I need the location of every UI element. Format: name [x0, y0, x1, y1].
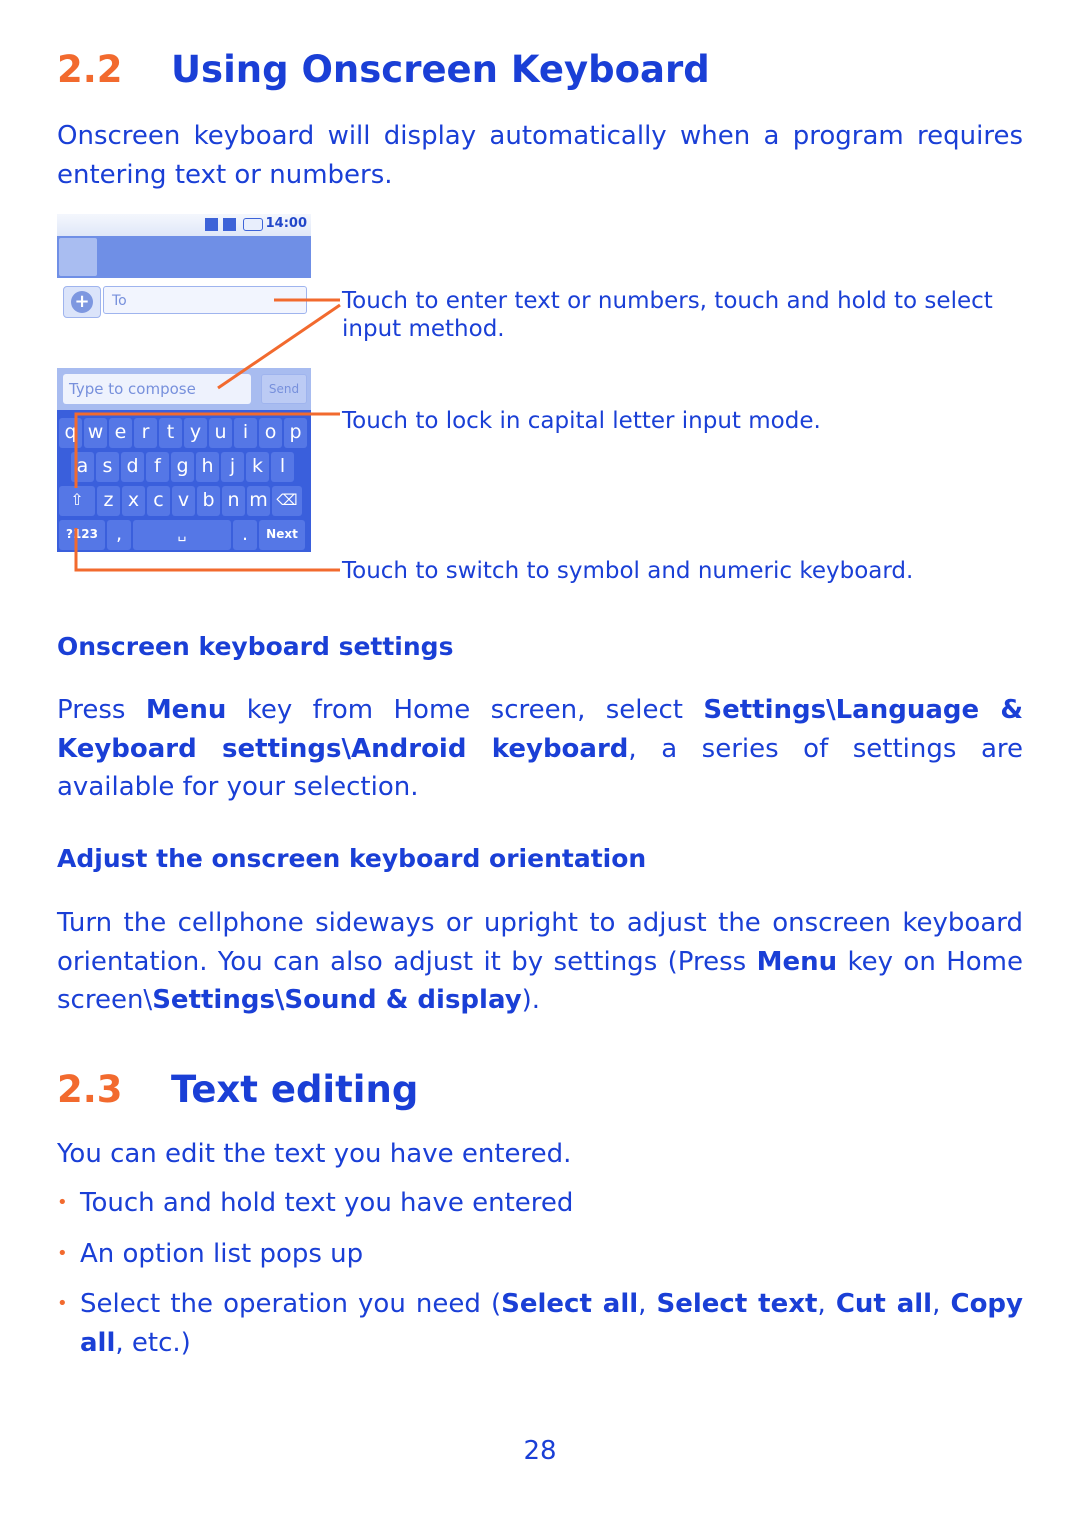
- list-item: • Touch and hold text you have entered: [57, 1184, 1023, 1223]
- section-number: 2.3: [57, 1068, 123, 1111]
- list-item: • An option list pops up: [57, 1235, 1023, 1274]
- callout-line-symbols: [74, 528, 340, 572]
- operation-cut-all: Cut all: [835, 1289, 933, 1319]
- text-editing-intro: You can edit the text you have entered.: [57, 1139, 572, 1169]
- separator: ,: [638, 1289, 657, 1319]
- orientation-paragraph: Turn the cellphone sideways or upright t…: [57, 904, 1023, 1020]
- callout-caps-lock: Touch to lock in capital letter input mo…: [342, 408, 821, 434]
- keyboard-settings-paragraph: Press Menu key from Home screen, select …: [57, 691, 1023, 807]
- separator: ,: [932, 1289, 951, 1319]
- callout-line-compose: [217, 303, 341, 390]
- callout-symbols: Touch to switch to symbol and numeric ke…: [342, 558, 914, 584]
- callout-text-input: Touch to enter text or numbers, touch an…: [342, 288, 993, 342]
- text: Press: [57, 695, 146, 725]
- subheading-keyboard-settings: Onscreen keyboard settings: [57, 632, 454, 661]
- section-title: Text editing: [171, 1068, 419, 1111]
- bullet-text: An option list pops up: [80, 1239, 364, 1269]
- bullet-icon: •: [57, 1293, 68, 1314]
- menu-key-term: Menu: [145, 695, 227, 725]
- callout-line-shift: [74, 412, 340, 488]
- list-item: • Select the operation you need (Select …: [57, 1285, 1023, 1362]
- bullet-icon: •: [57, 1243, 68, 1264]
- subheading-orientation: Adjust the onscreen keyboard orientation: [57, 844, 647, 873]
- bullet-text: Select the operation you need (: [80, 1289, 502, 1319]
- text: ).: [521, 985, 541, 1015]
- operation-select-text: Select text: [656, 1289, 818, 1319]
- bullet-icon: •: [57, 1192, 68, 1213]
- bullet-text: , etc.): [115, 1327, 191, 1358]
- menu-key-term: Menu: [756, 946, 838, 977]
- operation-select-all: Select all: [501, 1289, 639, 1319]
- settings-path: Settings\Sound & display: [152, 985, 522, 1015]
- bullet-text: Touch and hold text you have entered: [80, 1188, 574, 1218]
- page-number: 28: [523, 1436, 557, 1466]
- separator: ,: [817, 1289, 836, 1319]
- text: key from Home screen, select: [226, 695, 704, 725]
